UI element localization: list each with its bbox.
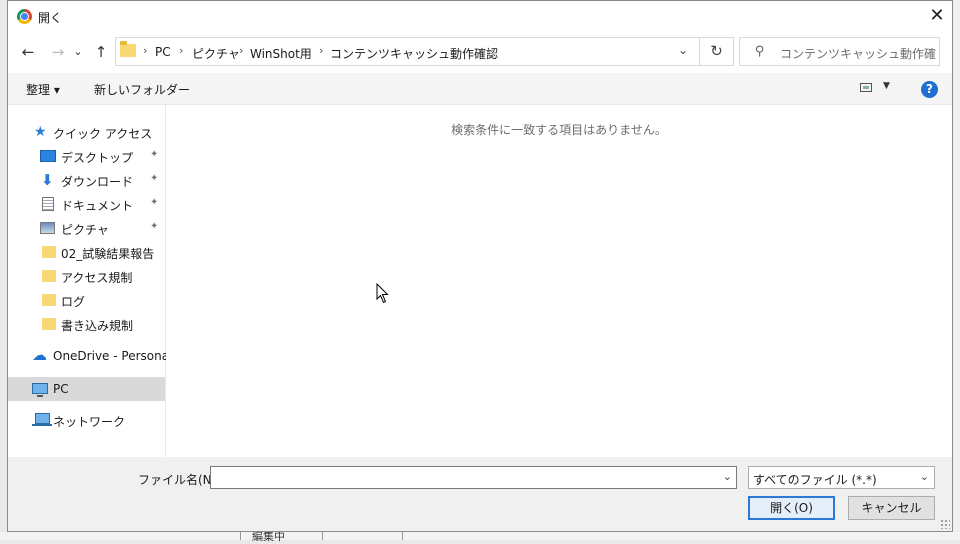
sidebar-item-access-restriction[interactable]: アクセス規制 (8, 264, 165, 288)
file-list-area[interactable]: 検索条件に一致する項目はありません。 (166, 105, 952, 457)
sidebar-item-label: ログ (61, 295, 86, 309)
filename-input[interactable]: ⌄ (210, 466, 737, 489)
sidebar-item-label: アクセス規制 (61, 271, 133, 285)
sidebar-item-write-restriction[interactable]: 書き込み規制 (8, 312, 165, 336)
background-divider (240, 532, 241, 540)
close-button[interactable]: ✕ (926, 6, 948, 26)
sidebar-item-label: 書き込み規制 (61, 319, 134, 333)
filetype-select[interactable]: すべてのファイル (*.*) ⌄ (748, 466, 935, 489)
cancel-button[interactable]: キャンセル (848, 496, 935, 520)
network-icon (32, 413, 52, 426)
resize-grip[interactable] (940, 519, 950, 529)
pin-icon: ✦ (150, 149, 159, 160)
dialog-title: 開く (38, 11, 63, 25)
folder-icon (120, 41, 136, 57)
recent-locations-button[interactable]: ⌄ (70, 41, 86, 63)
sidebar-item-pc[interactable]: PC (8, 377, 165, 401)
organize-button[interactable]: 整理 ▾ (26, 81, 60, 98)
search-icon: ⚲ (755, 44, 765, 59)
sidebar-item-label: ドキュメント (61, 199, 134, 213)
address-history-dropdown[interactable]: ⌄ (678, 43, 688, 57)
breadcrumb-current-folder[interactable]: コンテンツキャッシュ動作確認 (330, 45, 498, 62)
address-bar[interactable]: › PC › ピクチャ › WinShot用 › コンテンツキャッシュ動作確認 … (115, 37, 700, 66)
cloud-icon: ☁ (32, 346, 47, 364)
back-button[interactable]: ← (17, 41, 39, 63)
sidebar-item-label: OneDrive - Personal (53, 349, 173, 363)
sidebar-item-quick-access[interactable]: ★ クイック アクセス (8, 120, 165, 144)
mouse-cursor-icon (376, 282, 390, 307)
folder-icon (42, 270, 56, 282)
folder-icon (42, 294, 56, 306)
title-bar[interactable]: 開く ✕ (8, 1, 952, 32)
open-file-dialog: 開く ✕ ← → ⌄ ↑ › PC › ピクチャ › WinShot用 › コン… (7, 0, 953, 532)
chevron-down-icon: ⌄ (919, 470, 929, 483)
computer-icon (32, 383, 48, 397)
pictures-icon (40, 222, 55, 234)
breadcrumb-pictures[interactable]: ピクチャ (192, 45, 240, 62)
forward-button[interactable]: → (47, 41, 69, 63)
sidebar-item-label: デスクトップ (61, 151, 134, 165)
navigation-pane: ★ クイック アクセス デスクトップ ✦ ⬇ ダウンロード ✦ ドキュメント ✦… (8, 105, 172, 457)
sidebar-item-network[interactable]: ネットワーク (8, 408, 165, 432)
star-icon: ★ (34, 124, 47, 140)
view-options-icon[interactable] (860, 83, 872, 92)
document-icon (42, 197, 54, 211)
background-window-strip (0, 532, 960, 540)
help-icon[interactable]: ? (921, 81, 938, 98)
command-toolbar: 整理 ▾ 新しいフォルダー ▼ (8, 73, 952, 105)
dialog-footer: ファイル名(N): ⌄ すべてのファイル (*.*) ⌄ 開く(O) キャンセル (8, 457, 952, 531)
sidebar-item-log[interactable]: ログ (8, 288, 165, 312)
sidebar-item-label: ネットワーク (53, 415, 126, 429)
search-input-placeholder[interactable]: コンテンツキャッシュ動作確認の... (780, 45, 936, 62)
breadcrumb-separator[interactable]: › (179, 44, 183, 57)
folder-icon (42, 246, 56, 258)
sidebar-item-documents[interactable]: ドキュメント ✦ (8, 192, 165, 216)
pin-icon: ✦ (150, 173, 159, 184)
open-button[interactable]: 開く(O) (748, 496, 835, 520)
breadcrumb-separator[interactable]: › (319, 44, 323, 57)
new-folder-button[interactable]: 新しいフォルダー (94, 81, 190, 98)
sidebar-item-downloads[interactable]: ⬇ ダウンロード ✦ (8, 168, 165, 192)
sidebar-item-label: 02_試験結果報告 (61, 247, 155, 261)
folder-icon (42, 318, 56, 330)
sidebar-item-label: ピクチャ (61, 223, 109, 237)
breadcrumb-winshot[interactable]: WinShot用 (250, 45, 312, 62)
sidebar-item-label: PC (53, 382, 69, 396)
sidebar-item-label: クイック アクセス (53, 127, 153, 141)
up-button[interactable]: ↑ (90, 41, 112, 63)
search-box[interactable]: ⚲ コンテンツキャッシュ動作確認の... (739, 37, 940, 66)
chevron-down-icon[interactable]: ⌄ (723, 470, 732, 483)
pin-icon: ✦ (150, 197, 159, 208)
download-icon: ⬇ (41, 171, 54, 189)
filetype-value: すべてのファイル (*.*) (753, 473, 877, 487)
desktop-icon (40, 150, 56, 162)
breadcrumb-separator: › (143, 44, 148, 57)
sidebar-item-desktop[interactable]: デスクトップ ✦ (8, 144, 165, 168)
background-window-edge (953, 0, 960, 532)
sidebar-item-test-reports[interactable]: 02_試験結果報告 (8, 240, 165, 264)
background-divider (402, 532, 403, 540)
sidebar-item-onedrive[interactable]: ☁ OneDrive - Personal (8, 344, 172, 368)
refresh-button[interactable]: ↻ (700, 37, 734, 66)
empty-result-message: 検索条件に一致する項目はありません。 (451, 123, 667, 137)
view-options-dropdown[interactable]: ▼ (883, 81, 890, 91)
pin-icon: ✦ (150, 221, 159, 232)
chrome-icon (17, 9, 32, 24)
breadcrumb-separator[interactable]: › (239, 44, 243, 57)
breadcrumb-pc[interactable]: PC (155, 45, 171, 59)
background-divider (322, 532, 323, 540)
sidebar-item-pictures[interactable]: ピクチャ ✦ (8, 216, 165, 240)
sidebar-item-label: ダウンロード (61, 175, 134, 189)
filename-label: ファイル名(N): (138, 473, 221, 487)
